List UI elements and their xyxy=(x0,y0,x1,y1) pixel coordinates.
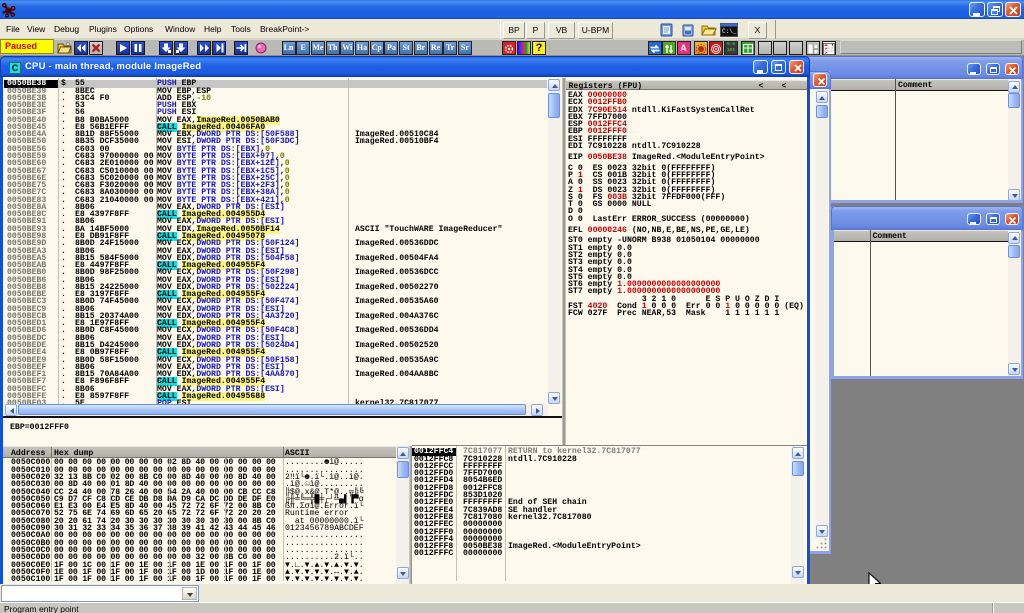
svg-text:C:\_: C:\_ xyxy=(722,28,737,35)
